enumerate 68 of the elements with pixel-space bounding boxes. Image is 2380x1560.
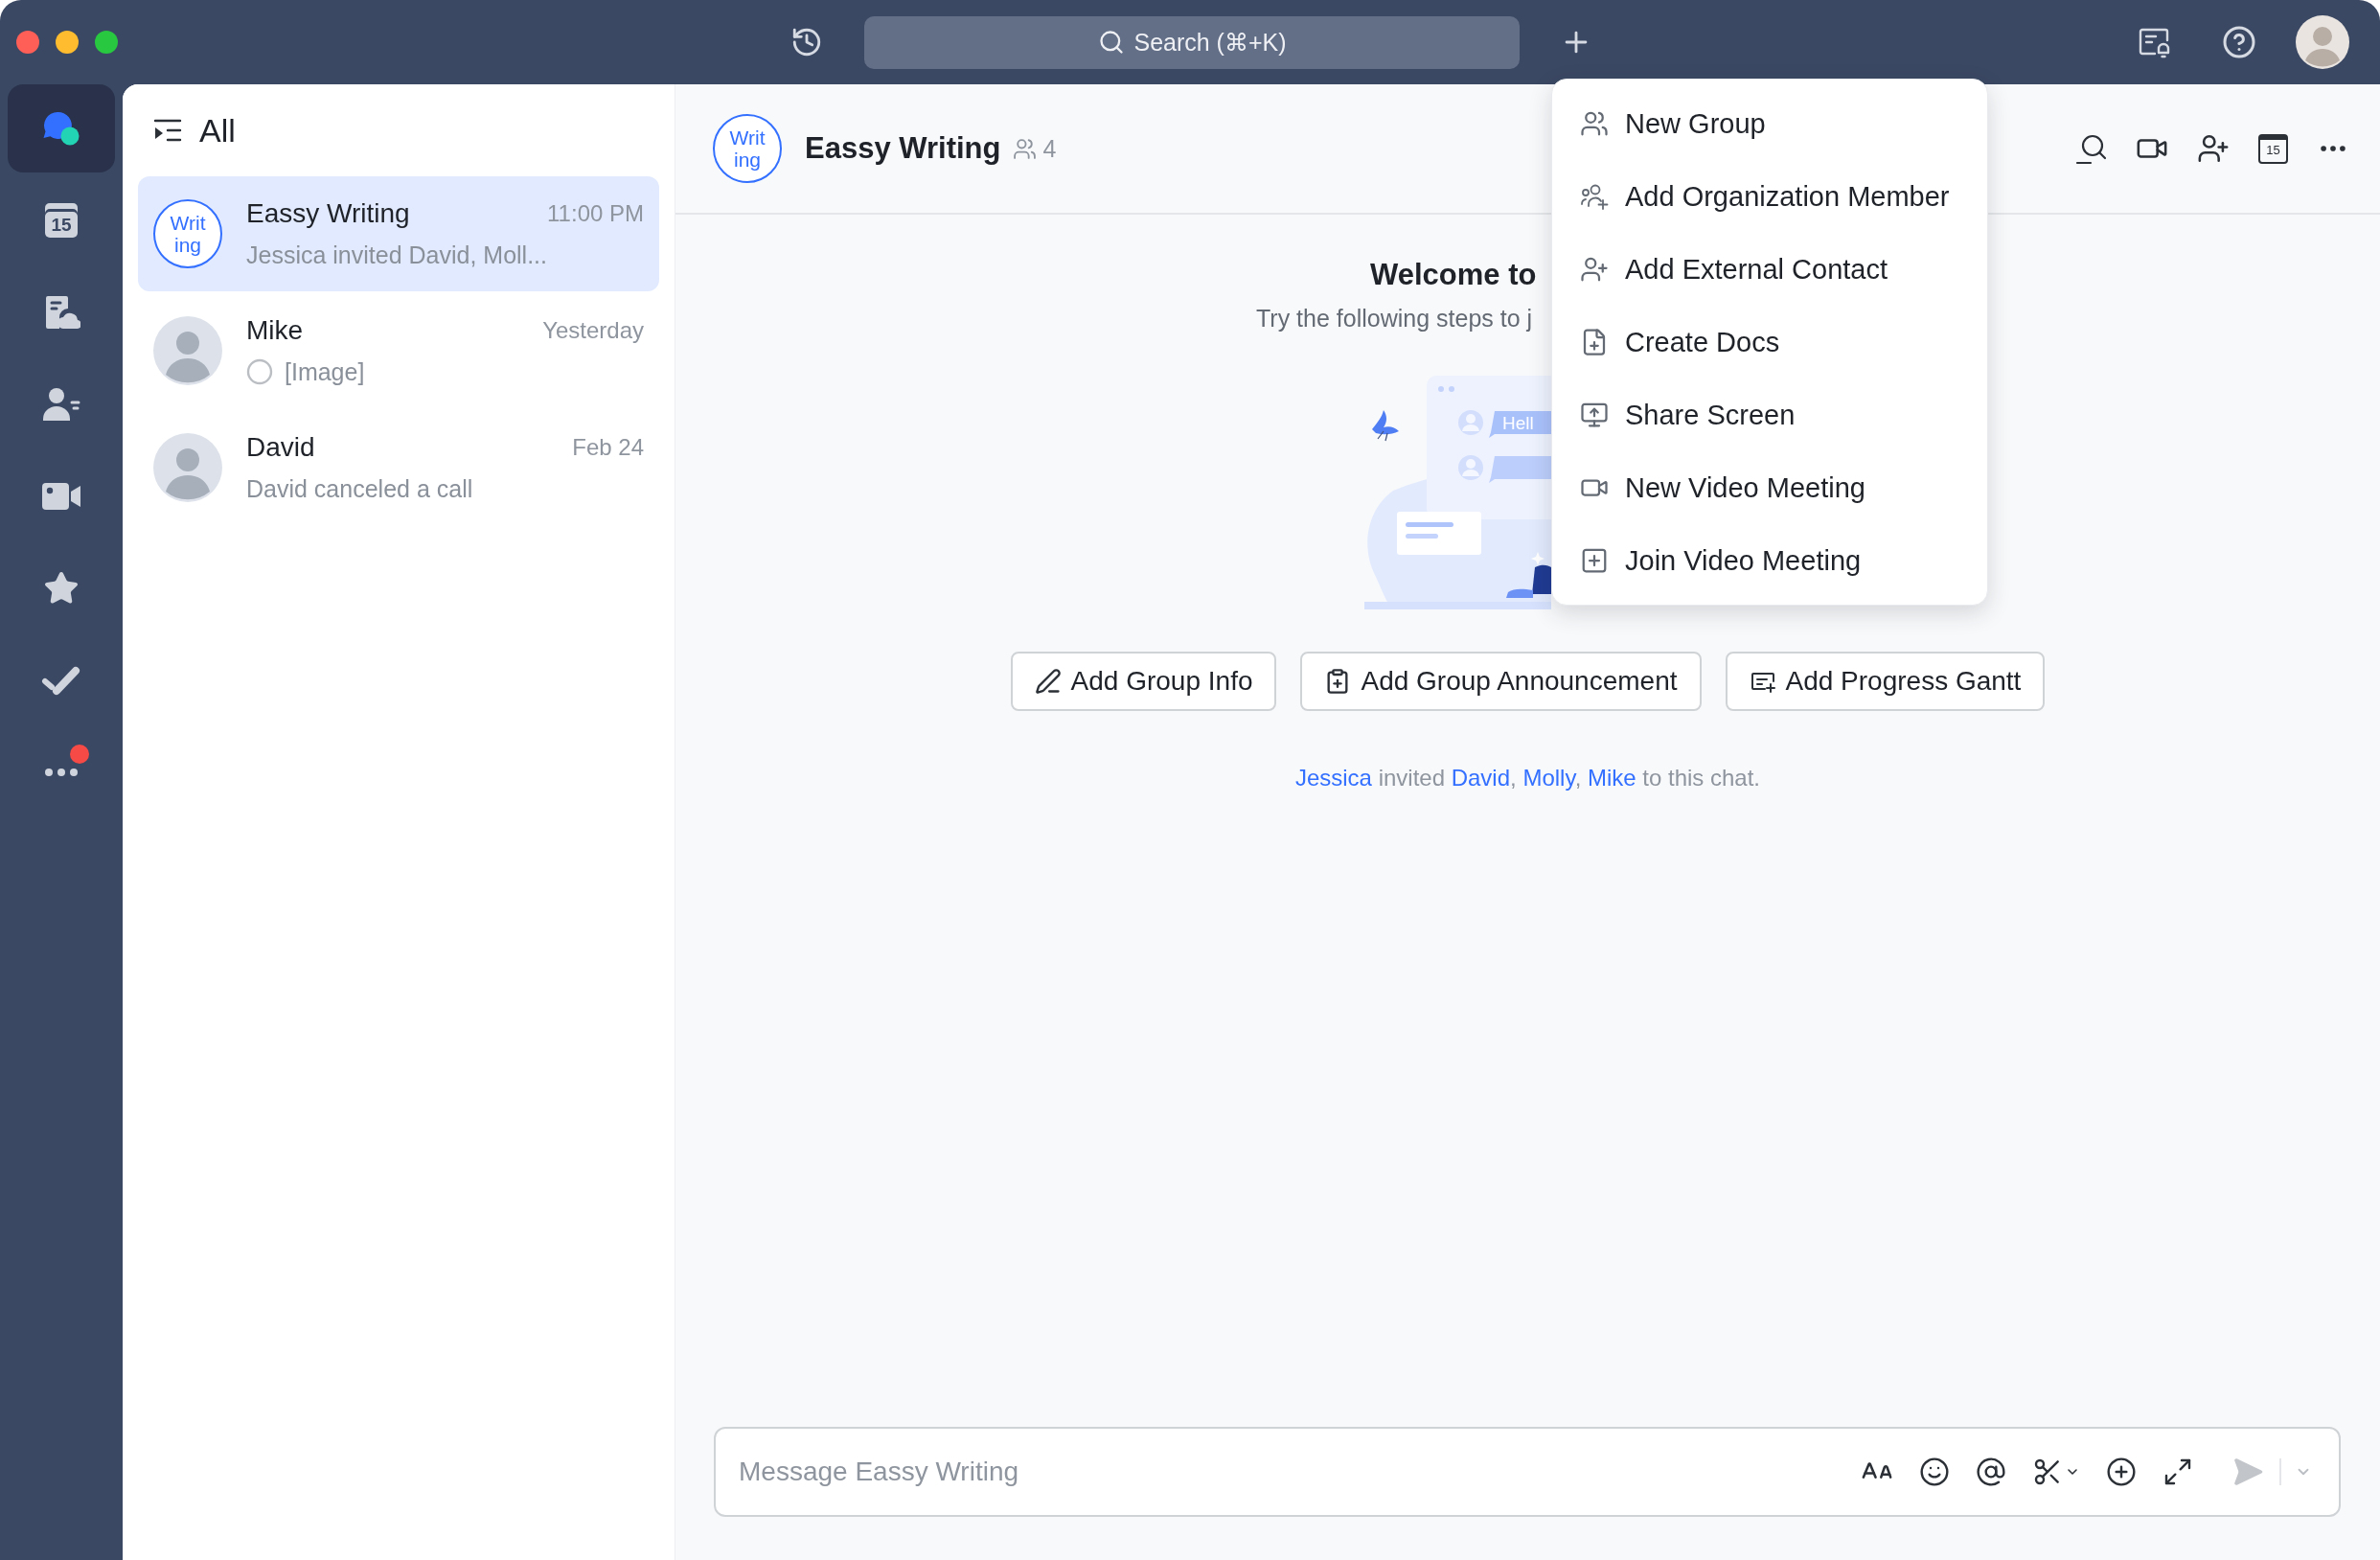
history-icon[interactable] (790, 26, 823, 58)
welcome-title: Welcome to (1370, 257, 1537, 293)
action-button[interactable]: Add Group Announcement (1300, 652, 1702, 711)
menu-item[interactable]: Add Organization Member (1552, 160, 1987, 233)
chat-name: Mike (246, 314, 304, 347)
chat-name: David (246, 431, 315, 464)
calendar-icon: 15 (45, 203, 78, 238)
message-field[interactable]: Message Eassy Writing (714, 1427, 2341, 1517)
action-button[interactable]: Add Progress Gantt (1725, 652, 2046, 711)
chat-preview: David canceled a call (246, 474, 473, 504)
chat-time: Feb 24 (572, 433, 644, 462)
chat-name: Eassy Writing (246, 197, 410, 230)
menu-item[interactable]: Create Docs (1552, 306, 1987, 379)
chat-bubbles-icon (42, 110, 80, 147)
action-button[interactable]: Add Group Info (1010, 652, 1277, 711)
bubble-text: Hell (1502, 413, 1534, 433)
group-avatar: Writ ing (153, 199, 222, 268)
check-icon (41, 664, 81, 697)
group-avatar: Writ ing (713, 114, 782, 183)
welcome-subtitle: Try the following steps to j (1256, 304, 1533, 333)
menu-item[interactable]: Share Screen (1552, 379, 1987, 451)
emoji-icon[interactable] (1919, 1457, 1950, 1487)
contact-link[interactable]: Jessica (1294, 765, 1372, 791)
help-icon[interactable] (2222, 25, 2256, 59)
calendar-tab[interactable]: 15 (8, 176, 115, 264)
person-icon (42, 386, 80, 423)
expand-icon[interactable] (2163, 1457, 2193, 1487)
video-camera-icon (41, 480, 81, 513)
member-count: 4 (1042, 134, 1057, 164)
contact-link[interactable]: Mike (1587, 765, 1636, 791)
add-user-icon[interactable] (2197, 132, 2230, 165)
list-title: All (199, 111, 236, 149)
members-icon (1013, 136, 1038, 161)
chat-time: Yesterday (542, 316, 644, 345)
chat-time: 11:00 PM (547, 199, 644, 228)
user-plus-icon (1580, 255, 1609, 284)
list-indent-icon[interactable] (153, 118, 182, 143)
more-icon (44, 768, 79, 777)
search-field[interactable]: Search (⌘+K) (864, 15, 1520, 69)
contact-link[interactable]: David (1451, 765, 1511, 791)
menu-item[interactable]: New Video Meeting (1552, 451, 1987, 524)
square-plus-icon (1580, 546, 1609, 575)
avatar-icon (153, 433, 222, 502)
users-icon (1580, 109, 1609, 138)
calendar-icon[interactable]: 15 (2258, 133, 2288, 164)
menu-item[interactable]: Add External Contact (1552, 233, 1987, 306)
pen-icon (1034, 668, 1062, 695)
minimize-window-button[interactable] (56, 31, 79, 54)
monitor-upload-icon (1580, 401, 1609, 429)
profile-avatar-icon[interactable] (2296, 15, 2349, 69)
invite-notice: Jessica invited David, Molly, Mike to this chat. (1294, 764, 1761, 792)
chat-row[interactable]: Writ ing Eassy Writing 11:00 PM Jessica invited David, Moll... (138, 176, 659, 291)
zoom-window-button[interactable] (95, 31, 118, 54)
avatar-icon (153, 316, 222, 385)
search-icon (1098, 28, 1125, 56)
chat-preview: [Image] (285, 357, 365, 387)
menu-item[interactable]: Join Video Meeting (1552, 524, 1987, 597)
contact-link[interactable]: Molly (1522, 765, 1575, 791)
menu-item[interactable]: New Group (1552, 87, 1987, 160)
chat-preview: Jessica invited David, Moll... (246, 241, 547, 270)
close-window-button[interactable] (16, 31, 39, 54)
mention-icon[interactable] (1976, 1457, 2006, 1487)
plus-circle-icon[interactable] (2106, 1457, 2137, 1487)
users-plus-icon (1580, 182, 1609, 211)
messenger-tab[interactable] (8, 84, 115, 172)
star-icon (43, 570, 80, 607)
chat-title: Eassy Writing (805, 130, 1001, 167)
search-icon[interactable] (2074, 132, 2107, 165)
